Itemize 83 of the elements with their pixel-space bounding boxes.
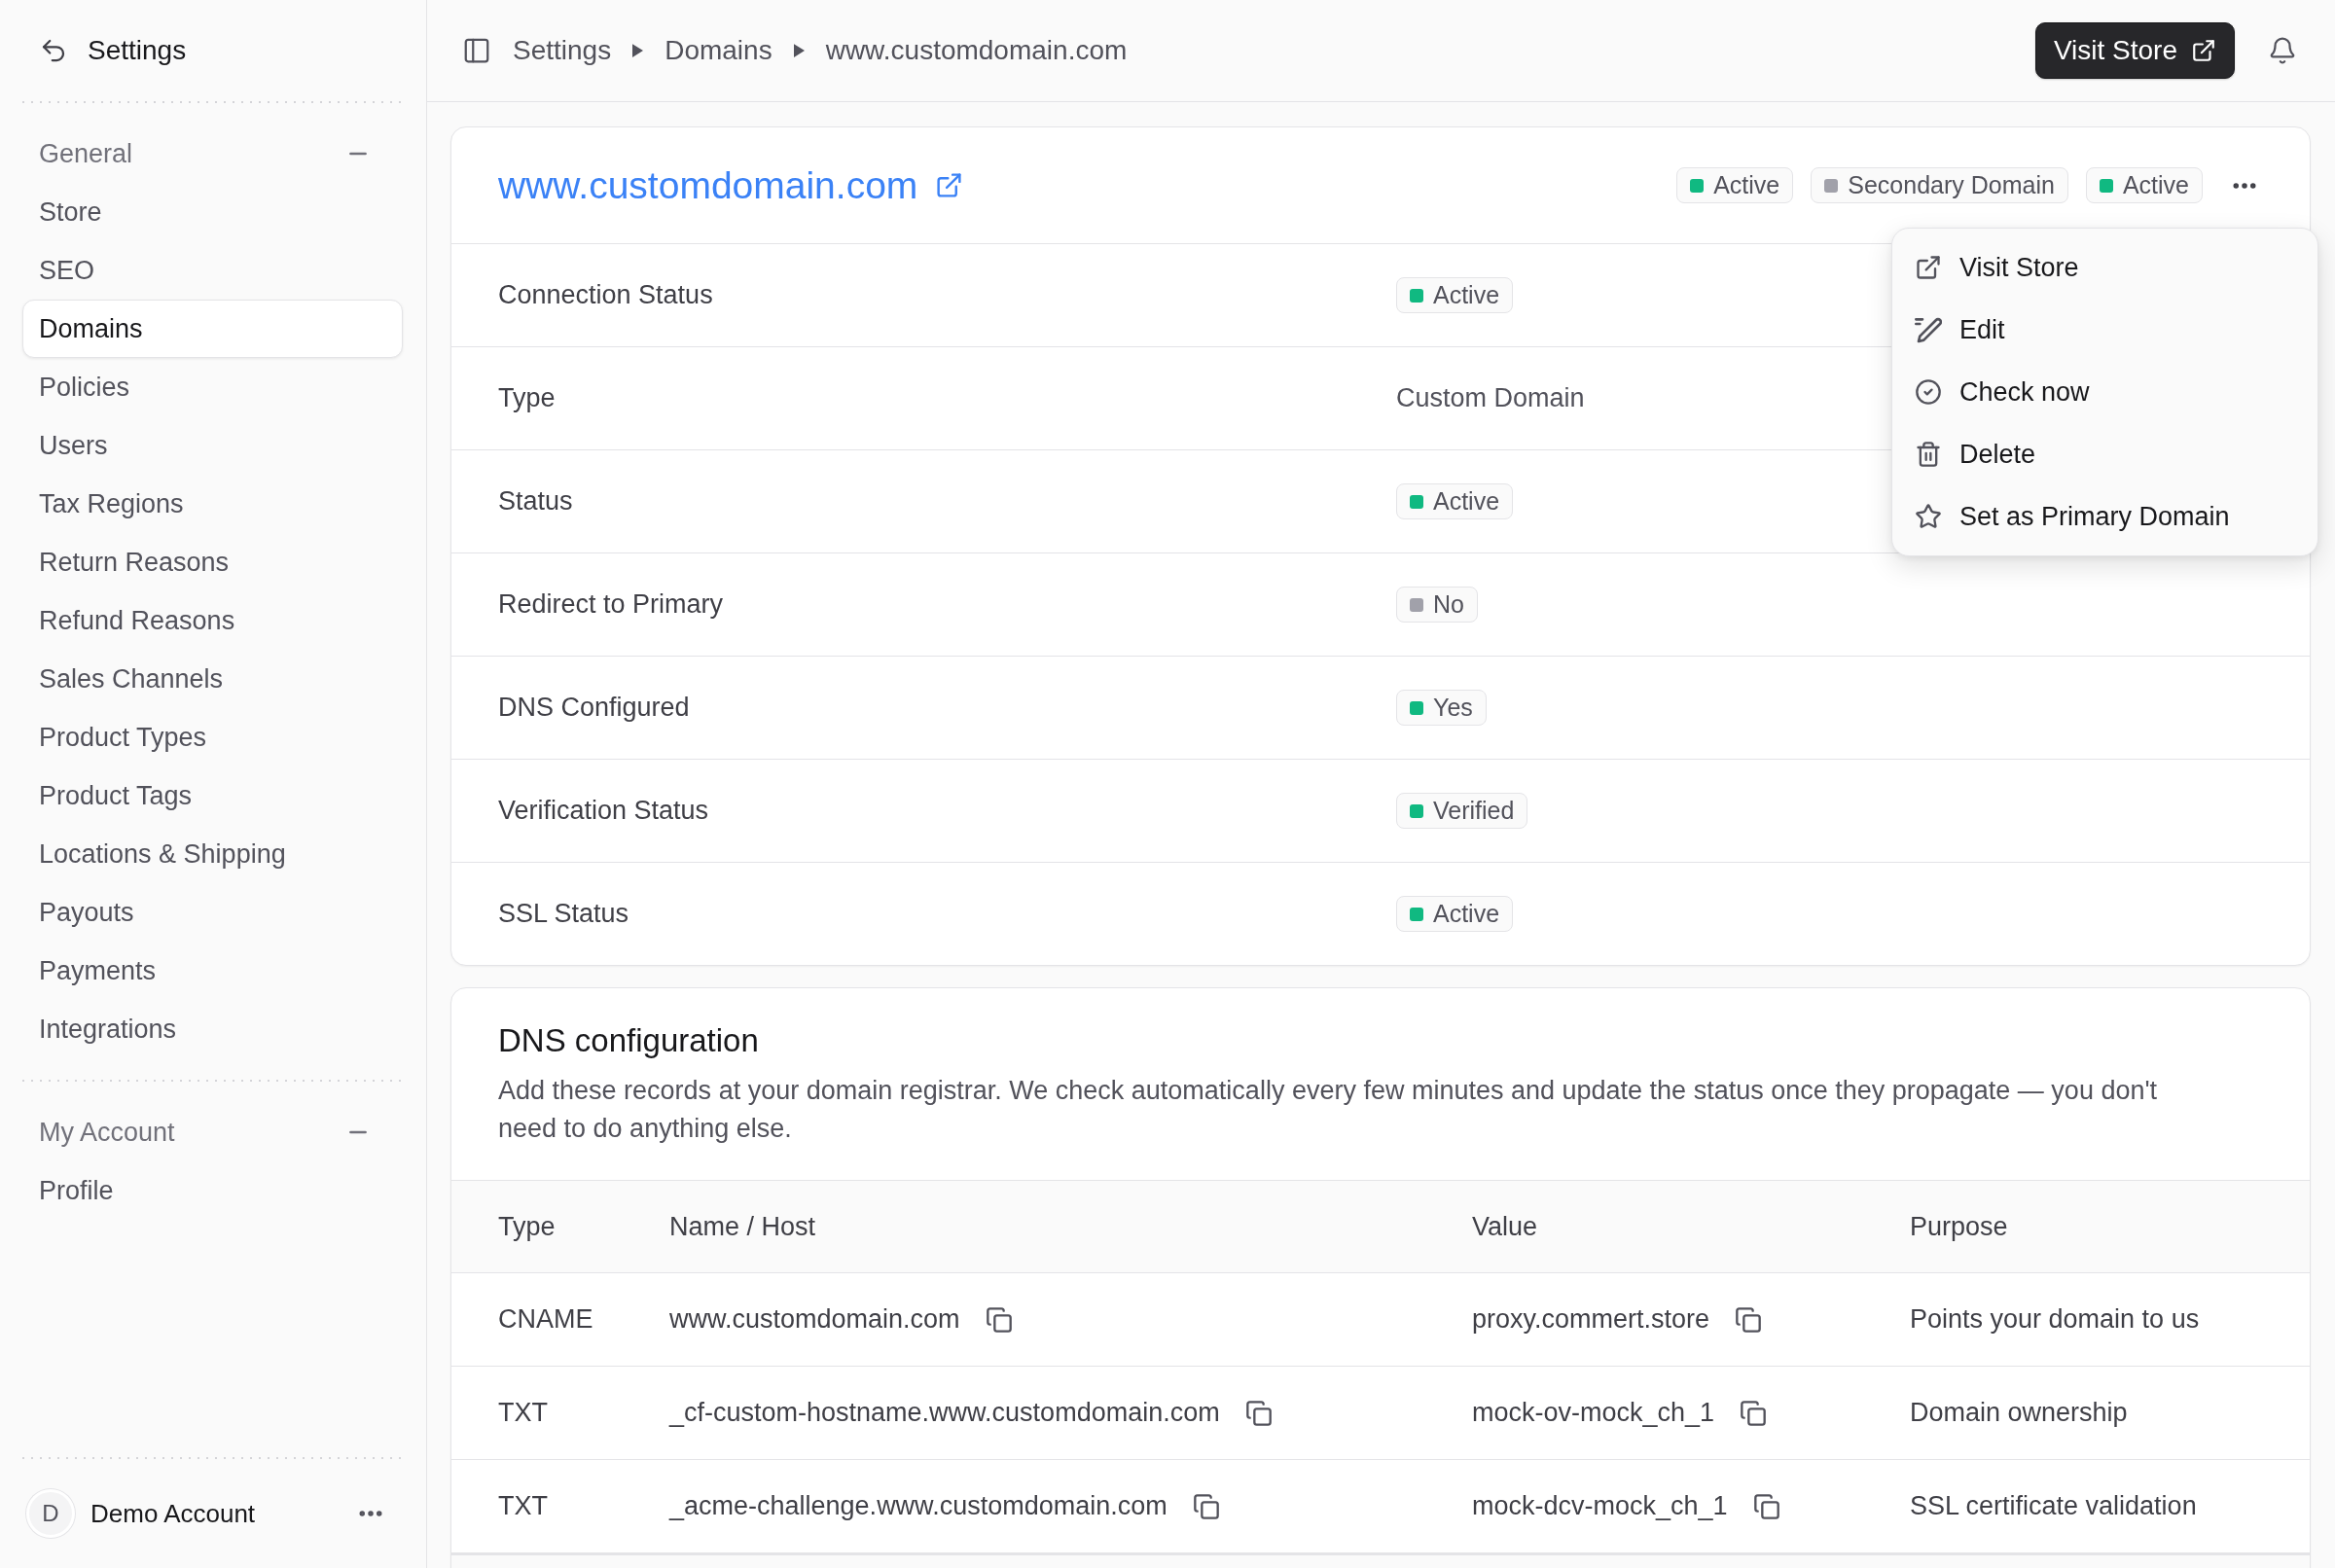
menu-item[interactable]: Set as Primary Domain [1892, 485, 2317, 548]
pencil-icon [1915, 316, 1942, 343]
menu-item[interactable]: Check now [1892, 361, 2317, 423]
field-label: Redirect to Primary [498, 589, 724, 620]
copy-icon[interactable] [985, 1305, 1013, 1334]
sidebar-item[interactable]: Payments [22, 942, 403, 1000]
field-label: DNS Configured [498, 693, 690, 723]
sidebar-item[interactable]: SEO [22, 241, 403, 300]
status-label: No [1433, 590, 1464, 619]
group-title: My Account [39, 1117, 175, 1148]
table-cell: SSL certificate validation [1910, 1491, 2197, 1521]
triangle-icon [793, 44, 805, 57]
column-header: Name / Host [669, 1211, 816, 1242]
sidebar-toggle-icon[interactable] [462, 36, 491, 65]
sidebar-item[interactable]: Return Reasons [22, 533, 403, 591]
column-header: Type [498, 1211, 556, 1242]
copy-icon[interactable] [1192, 1492, 1220, 1520]
copy-icon[interactable] [1740, 1399, 1768, 1427]
menu-item[interactable]: Edit [1892, 299, 2317, 361]
field-label: SSL Status [498, 899, 629, 929]
domain-link[interactable]: www.customdomain.com [498, 163, 918, 207]
column-header: Value [1472, 1211, 1538, 1242]
status-label: Yes [1433, 694, 1473, 722]
sidebar-item[interactable]: Locations & Shipping [22, 825, 403, 883]
breadcrumb-link[interactable]: Settings [513, 35, 612, 66]
breadcrumb-link[interactable]: www.customdomain.com [825, 35, 1128, 66]
sidebar-item[interactable]: Sales Channels [22, 650, 403, 708]
status-label: Verified [1433, 797, 1515, 825]
table-cell: proxy.commert.store [1472, 1304, 1710, 1335]
star-icon [1915, 503, 1942, 530]
bell-icon[interactable] [2268, 36, 2297, 65]
table-cell: _cf-custom-hostname.www.customdomain.com [669, 1398, 1220, 1428]
table-cell: TXT [498, 1491, 548, 1521]
account-name: Demo Account [90, 1498, 256, 1529]
status-label: Active [1433, 281, 1500, 309]
triangle-icon [632, 44, 644, 57]
sidebar-item[interactable]: Domains [22, 300, 403, 358]
sidebar-item[interactable]: Profile [22, 1161, 403, 1220]
trash-icon [1915, 441, 1942, 468]
sidebar-title: Settings [88, 35, 187, 66]
status-label: Active [2122, 171, 2189, 199]
field-label: Type [498, 383, 556, 413]
sidebar-item[interactable]: Store [22, 183, 403, 241]
avatar: D [26, 1489, 75, 1538]
sidebar-item[interactable]: Policies [22, 358, 403, 416]
status-label: Active [1433, 900, 1500, 928]
sidebar-item[interactable]: Users [22, 416, 403, 475]
menu-item[interactable]: Visit Store [1892, 236, 2317, 299]
external-link-icon [2191, 38, 2216, 63]
visit-store-button[interactable]: Visit Store [2034, 22, 2235, 79]
table-cell: mock-dcv-mock_ch_1 [1472, 1491, 1728, 1521]
status-label: Active [1713, 171, 1780, 199]
table-cell: _acme-challenge.www.customdomain.com [669, 1491, 1168, 1521]
copy-icon[interactable] [1752, 1492, 1780, 1520]
copy-icon[interactable] [1244, 1399, 1273, 1427]
field-label: Verification Status [498, 796, 709, 826]
table-cell: CNAME [498, 1304, 593, 1335]
sidebar-item[interactable]: Product Tags [22, 766, 403, 825]
sidebar-item[interactable]: Refund Reasons [22, 591, 403, 650]
table-cell: Domain ownership [1910, 1398, 2128, 1428]
table-cell: www.customdomain.com [669, 1304, 960, 1335]
external-link-icon[interactable] [935, 171, 964, 199]
table-cell: TXT [498, 1398, 548, 1428]
sidebar-item[interactable]: Product Types [22, 708, 403, 766]
sidebar-item[interactable]: Integrations [22, 1000, 403, 1058]
status-label: Secondary Domain [1848, 171, 2055, 199]
status-label: Active [1433, 487, 1500, 516]
field-label: Status [498, 486, 573, 517]
breadcrumb-link[interactable]: Domains [665, 35, 772, 66]
external-link-icon [1915, 254, 1942, 281]
table-cell: Points your domain to us [1910, 1304, 2200, 1335]
menu-item[interactable]: Delete [1892, 423, 2317, 485]
copy-icon[interactable] [1735, 1305, 1763, 1334]
section-title: DNS configuration [498, 1021, 759, 1060]
group-title: General [39, 138, 133, 169]
field-label: Connection Status [498, 280, 713, 310]
table-cell: mock-ov-mock_ch_1 [1472, 1398, 1715, 1428]
column-header: Purpose [1910, 1211, 2008, 1242]
sidebar-item[interactable]: Payouts [22, 883, 403, 942]
field-value: Custom Domain [1396, 383, 1585, 413]
sidebar-item[interactable]: Tax Regions [22, 475, 403, 533]
check-circle-icon [1915, 378, 1942, 406]
section-description: Add these records at your domain registrar. We check automatically every few minutes and update the status once they propagate — you don't need to do anything else. [498, 1075, 2159, 1145]
